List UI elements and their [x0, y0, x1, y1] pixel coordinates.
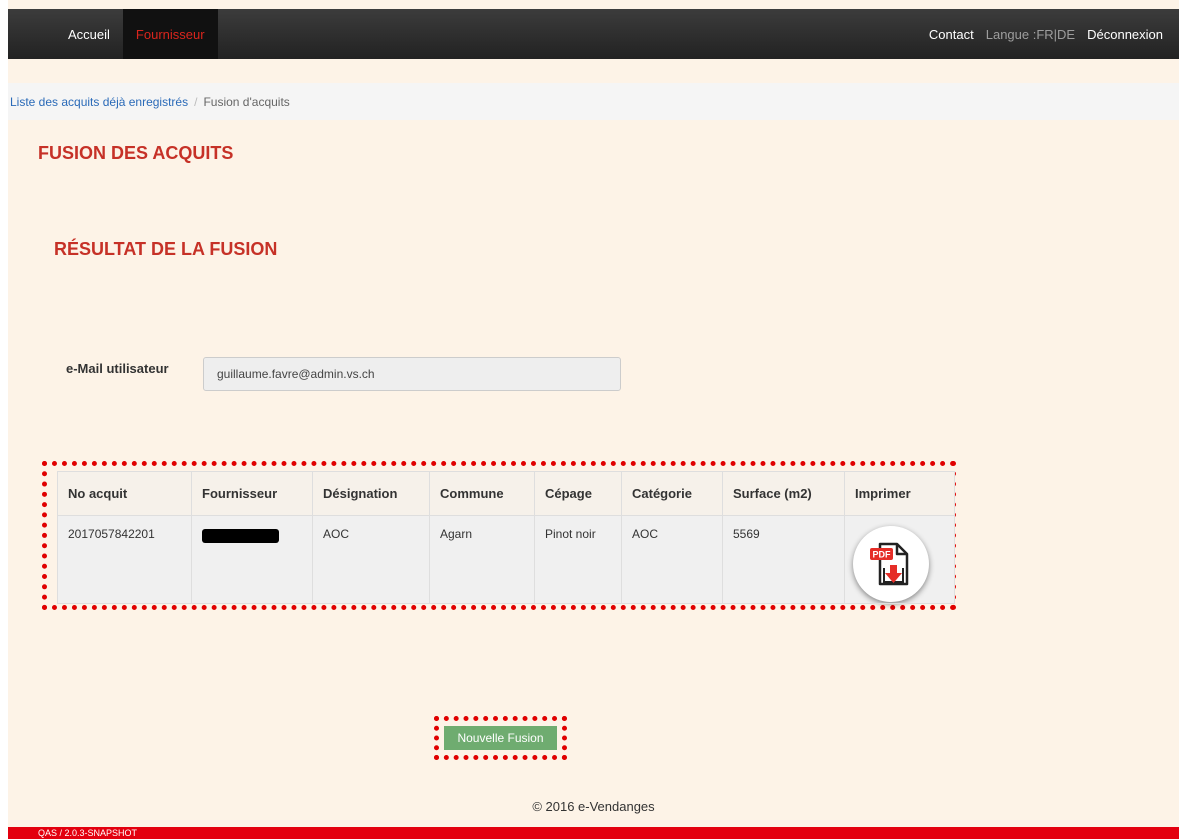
- column-header-surface: Surface (m2): [722, 471, 845, 516]
- column-header-commune: Commune: [429, 471, 535, 516]
- new-fusion-highlight: Nouvelle Fusion: [434, 716, 567, 760]
- version-bar: QAS / 2.0.3-SNAPSHOT: [8, 827, 1179, 839]
- cell-categorie: AOC: [621, 515, 723, 604]
- redacted-block: [202, 529, 279, 543]
- column-header-fournisseur: Fournisseur: [191, 471, 313, 516]
- cell-imprimer: PDF: [844, 515, 955, 604]
- footer-copyright: © 2016 e-Vendanges: [532, 799, 655, 814]
- table-header-row: No acquit Fournisseur Désignation Commun…: [57, 471, 955, 516]
- cell-no-acquit: 2017057842201: [57, 515, 192, 604]
- nav-logout-link[interactable]: Déconnexion: [1087, 27, 1163, 42]
- page-title: FUSION DES ACQUITS: [38, 143, 234, 163]
- column-header-cepage: Cépage: [534, 471, 622, 516]
- new-fusion-button[interactable]: Nouvelle Fusion: [444, 726, 557, 750]
- cell-designation: AOC: [312, 515, 430, 604]
- breadcrumb: Liste des acquits déjà enregistrés / Fus…: [8, 83, 1179, 120]
- cell-cepage: Pinot noir: [534, 515, 622, 604]
- result-table: No acquit Fournisseur Désignation Commun…: [57, 471, 955, 604]
- nav-contact-link[interactable]: Contact: [929, 27, 974, 42]
- top-navbar: Accueil Fournisseur Contact Langue :FR|D…: [8, 9, 1179, 59]
- cell-commune: Agarn: [429, 515, 535, 604]
- pdf-download-button[interactable]: PDF: [853, 526, 929, 602]
- nav-item-accueil[interactable]: Accueil: [55, 9, 123, 59]
- nav-item-fournisseur[interactable]: Fournisseur: [122, 9, 218, 59]
- email-field[interactable]: [203, 357, 621, 391]
- svg-text:PDF: PDF: [873, 550, 892, 560]
- column-header-no-acquit: No acquit: [57, 471, 192, 516]
- nav-right: Contact Langue :FR|DE Déconnexion: [929, 9, 1179, 59]
- result-table-highlight: No acquit Fournisseur Désignation Commun…: [42, 461, 956, 610]
- column-header-imprimer: Imprimer: [844, 471, 955, 516]
- table-row: 2017057842201 1 AOC Agarn Pinot noir AOC…: [57, 515, 955, 604]
- breadcrumb-link-acquits-list[interactable]: Liste des acquits déjà enregistrés: [10, 95, 188, 109]
- nav-language-switch[interactable]: Langue :FR|DE: [986, 27, 1075, 42]
- cell-surface: 5569: [722, 515, 845, 604]
- section-title: RÉSULTAT DE LA FUSION: [54, 239, 278, 259]
- nav-left: Accueil Fournisseur: [8, 9, 218, 59]
- page: Accueil Fournisseur Contact Langue :FR|D…: [8, 0, 1179, 839]
- pdf-download-icon: PDF: [870, 542, 909, 586]
- cell-fournisseur: 1: [191, 515, 313, 604]
- column-header-categorie: Catégorie: [621, 471, 723, 516]
- column-header-designation: Désignation: [312, 471, 430, 516]
- breadcrumb-current: Fusion d'acquits: [203, 94, 290, 109]
- breadcrumb-separator: /: [194, 94, 198, 109]
- email-label: e-Mail utilisateur: [66, 361, 169, 376]
- version-label: QAS / 2.0.3-SNAPSHOT: [38, 828, 138, 838]
